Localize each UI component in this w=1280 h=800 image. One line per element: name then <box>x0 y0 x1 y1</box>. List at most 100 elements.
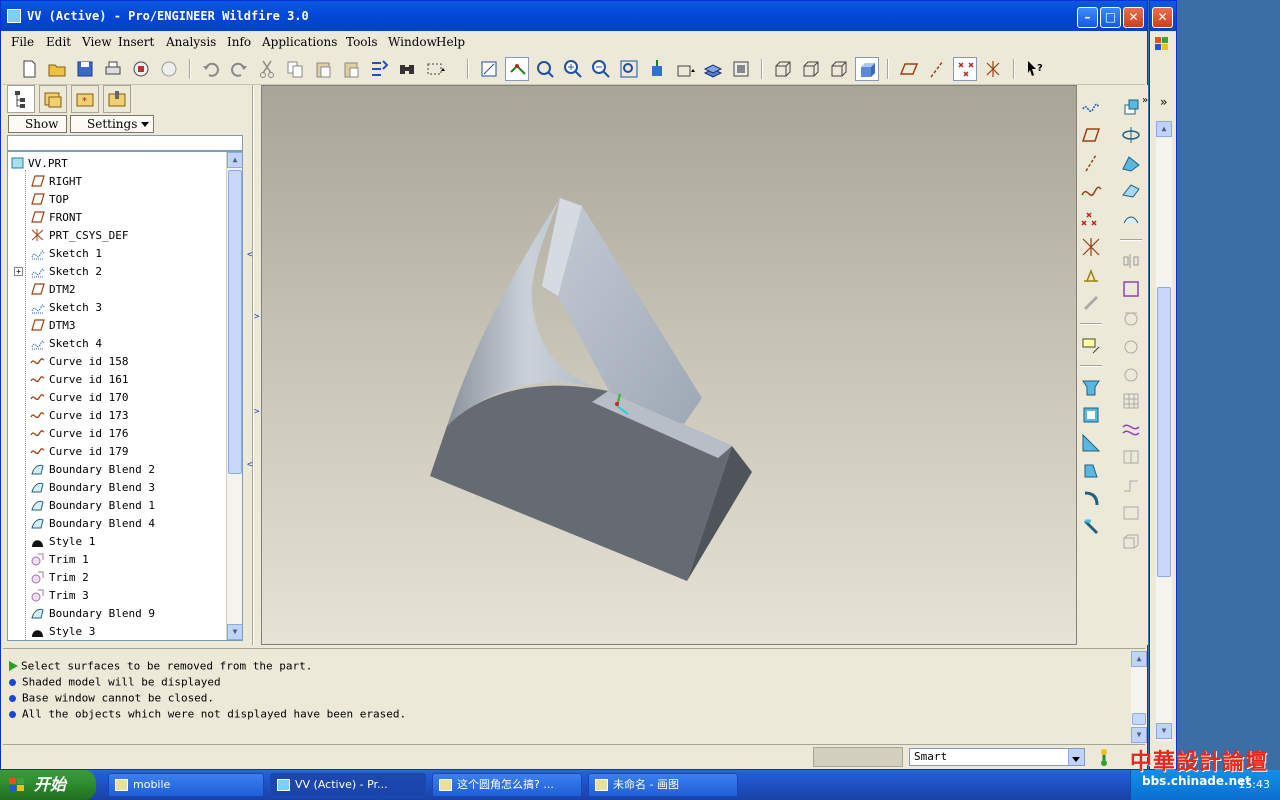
draft-tool-icon[interactable] <box>1079 459 1103 483</box>
extend-tool-icon[interactable] <box>1119 473 1143 497</box>
new-file-icon[interactable] <box>17 57 41 81</box>
offset-tool-icon[interactable] <box>1119 333 1143 357</box>
pattern-tool-icon[interactable] <box>1119 389 1143 413</box>
taskbar-item-proe[interactable]: VV (Active) - Pr... <box>270 773 426 797</box>
menu-tools[interactable]: Tools <box>346 35 378 49</box>
scroll-thumb[interactable] <box>1132 713 1146 725</box>
tree-item[interactable]: Curve id 158 <box>8 352 226 370</box>
merge-tool-icon[interactable] <box>1119 277 1143 301</box>
menu-window[interactable]: Window <box>388 35 437 49</box>
tab-connections[interactable] <box>103 85 131 113</box>
solidify-tool-icon[interactable] <box>1119 529 1143 553</box>
redo-icon[interactable] <box>227 57 251 81</box>
tree-scrollbar[interactable]: ▲ ▼ <box>226 152 242 640</box>
minimize-button[interactable]: – <box>1077 7 1098 28</box>
scroll-down-arrow[interactable]: ▼ <box>227 624 242 640</box>
tree-item[interactable]: TOP <box>8 190 226 208</box>
selection-filter-dropdown[interactable]: Smart <box>909 748 1085 766</box>
cut-icon[interactable] <box>255 57 279 81</box>
save-icon[interactable] <box>73 57 97 81</box>
tree-item[interactable]: Style 3 <box>8 622 226 640</box>
blend-tool-icon[interactable] <box>1119 179 1143 203</box>
menu-analysis[interactable]: Analysis <box>166 35 216 49</box>
scroll-up-arrow[interactable]: ▲ <box>227 152 242 168</box>
sketched-datum-curve-icon[interactable] <box>1079 95 1103 119</box>
menu-edit[interactable]: Edit <box>46 35 71 49</box>
show-dropdown-button[interactable]: Show <box>8 115 67 143</box>
start-button[interactable]: 开始 <box>0 770 96 800</box>
saved-views-icon[interactable] <box>673 57 697 81</box>
tree-item[interactable]: Boundary Blend 9 <box>8 604 226 622</box>
extrude-tool-icon[interactable] <box>1119 95 1143 119</box>
hole-tool-icon[interactable] <box>1079 375 1103 399</box>
zoom-in-icon[interactable] <box>561 57 585 81</box>
print-icon[interactable] <box>101 57 125 81</box>
tree-item[interactable]: Style 1 <box>8 532 226 550</box>
datum-axis-tool-icon[interactable] <box>1079 151 1103 175</box>
tree-item[interactable]: Curve id 161 <box>8 370 226 388</box>
model-3d-view[interactable] <box>262 86 1077 645</box>
tree-item[interactable]: PRT_CSYS_DEF <box>8 226 226 244</box>
shell-tool-icon[interactable] <box>1079 403 1103 427</box>
tree-item[interactable]: Trim 3 <box>8 586 226 604</box>
settings-dropdown-button[interactable]: Settings <box>70 115 154 133</box>
selection-box-icon[interactable] <box>423 57 447 81</box>
spin-center-icon[interactable] <box>505 57 529 81</box>
wireframe-icon[interactable] <box>771 57 795 81</box>
intersect-tool-icon[interactable] <box>1119 445 1143 469</box>
find-icon[interactable] <box>395 57 419 81</box>
view-manager-icon[interactable] <box>729 57 753 81</box>
refit-icon[interactable] <box>617 57 641 81</box>
toolbar-overflow-chevron[interactable]: » <box>1142 95 1148 106</box>
undo-icon[interactable] <box>199 57 223 81</box>
tree-item[interactable]: DTM3 <box>8 316 226 334</box>
tree-item[interactable]: Trim 2 <box>8 568 226 586</box>
tree-item[interactable]: RIGHT <box>8 172 226 190</box>
mirror-tool-icon[interactable] <box>1119 249 1143 273</box>
tree-item[interactable]: Boundary Blend 4 <box>8 514 226 532</box>
close-button[interactable]: ✕ <box>1123 7 1144 28</box>
csys-display-icon[interactable] <box>981 57 1005 81</box>
taskbar-item-paint[interactable]: 未命名 - 画图 <box>588 773 738 797</box>
scroll-up-arrow[interactable]: ▲ <box>1131 651 1147 667</box>
datum-plane-display-icon[interactable] <box>897 57 921 81</box>
datum-plane-tool-icon[interactable] <box>1079 123 1103 147</box>
layers-icon[interactable] <box>701 57 725 81</box>
scroll-down-arrow[interactable]: ▼ <box>1131 727 1147 743</box>
annotation-icon[interactable] <box>1079 333 1103 357</box>
chamfer-tool-icon[interactable] <box>1079 515 1103 539</box>
tree-item[interactable]: DTM2 <box>8 280 226 298</box>
scroll-up-arrow[interactable]: ▲ <box>1156 121 1172 137</box>
taskbar-item-mobile[interactable]: mobile <box>108 773 264 797</box>
revolve-tool-icon[interactable] <box>1119 123 1143 147</box>
scroll-thumb[interactable] <box>228 170 242 474</box>
secondary-scrollbar[interactable]: ▲ ▼ <box>1156 121 1172 741</box>
panel-sash[interactable]: < > > < <box>246 85 260 645</box>
datum-point-tool-icon[interactable] <box>1079 207 1103 231</box>
tree-item[interactable]: FRONT <box>8 208 226 226</box>
orient-mode-icon[interactable] <box>533 57 557 81</box>
menu-info[interactable]: Info <box>227 35 251 49</box>
reorient-icon[interactable] <box>645 57 669 81</box>
tab-model-tree[interactable] <box>7 85 35 113</box>
menu-applications[interactable]: Applications <box>262 35 337 49</box>
message-scrollbar[interactable]: ▲ ▼ <box>1131 651 1147 743</box>
menu-view[interactable]: View <box>82 35 112 49</box>
project-tool-icon[interactable] <box>1119 501 1143 525</box>
tree-item[interactable]: Boundary Blend 1 <box>8 496 226 514</box>
open-folder-icon[interactable] <box>45 57 69 81</box>
reference-feature-icon[interactable] <box>1079 291 1103 315</box>
secondary-title-bar[interactable]: ✕ <box>1150 1 1176 31</box>
rib-tool-icon[interactable] <box>1079 431 1103 455</box>
thicken-tool-icon[interactable] <box>1119 361 1143 385</box>
taskbar-item-browser[interactable]: 这个圆角怎么搞? ... <box>432 773 582 797</box>
title-bar[interactable]: VV (Active) - Pro/ENGINEER Wildfire 3.0 … <box>1 1 1147 31</box>
datum-display-icon[interactable] <box>477 57 501 81</box>
tree-item[interactable]: Sketch 4 <box>8 334 226 352</box>
boundary-blend-tool-icon[interactable] <box>1119 207 1143 231</box>
datum-curve-tool-icon[interactable] <box>1079 179 1103 203</box>
tree-item[interactable]: Curve id 170 <box>8 388 226 406</box>
paste-special-icon[interactable] <box>339 57 363 81</box>
scroll-down-arrow[interactable]: ▼ <box>1156 723 1172 739</box>
secondary-close-button[interactable]: ✕ <box>1152 7 1173 28</box>
